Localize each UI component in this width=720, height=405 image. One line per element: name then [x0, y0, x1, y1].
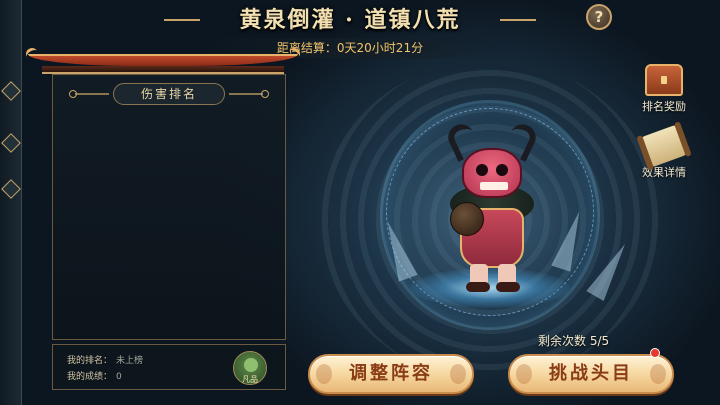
boss-eye: [496, 164, 508, 176]
scroll-icon: [640, 124, 688, 168]
damage-ranking-panel[interactable]: 伤害排名: [52, 74, 286, 340]
avatar[interactable]: 凡品: [233, 351, 267, 385]
my-rank-label: 我的排名：: [67, 356, 113, 366]
help-button[interactable]: ?: [586, 4, 612, 30]
button-cap-left: [316, 364, 332, 384]
boss-foot: [466, 282, 490, 292]
button-cap-left: [516, 364, 532, 384]
roof-beam: [42, 66, 284, 74]
edge-tab[interactable]: [1, 133, 21, 153]
boss-orb: [450, 202, 484, 236]
button-cap-right: [650, 364, 666, 384]
effect-details-button[interactable]: 效果详情: [634, 124, 694, 188]
my-score-value: 0: [116, 372, 122, 382]
ranking-rewards-button[interactable]: 排名奖励: [634, 64, 694, 122]
my-rank-value: 未上榜: [116, 356, 144, 366]
header-ornament-left: [69, 90, 109, 98]
effect-details-label: 效果详情: [642, 166, 686, 179]
remaining-attempts: 剩余次数 5/5: [538, 334, 610, 348]
header-ornament-right: [229, 90, 269, 98]
boss-character[interactable]: [432, 120, 552, 294]
my-rank-row: 我的排名： 未上榜: [67, 353, 143, 366]
left-edge-strip: [0, 0, 22, 405]
question-mark-icon: ?: [594, 8, 604, 26]
boss-foot: [496, 282, 520, 292]
adjust-lineup-label: 调整阵容: [349, 363, 433, 384]
avatar-face: [244, 358, 258, 372]
boss-mask: [462, 148, 522, 198]
pavilion-roof: [23, 45, 303, 76]
my-score-row: 我的成绩： 0: [67, 369, 122, 382]
page-title: 黄泉倒灌 · 道镇八荒: [239, 7, 461, 33]
challenge-boss-label: 挑战头目: [549, 363, 633, 384]
my-ranking-panel: 我的排名： 未上榜 我的成绩： 0 凡品: [52, 344, 286, 390]
roof-tiles: [28, 54, 298, 66]
my-score-label: 我的成绩：: [67, 372, 113, 382]
game-screen: 黄泉倒灌 · 道镇八荒 距离结算：0天20小时21分 ? 伤害排名 我的排名：未…: [0, 0, 720, 405]
title-bar: 黄泉倒灌 · 道镇八荒: [160, 4, 540, 36]
avatar-grade-tag: 凡品: [242, 375, 258, 384]
title-ornament-left: [164, 19, 200, 21]
notification-dot: [650, 348, 660, 358]
boss-teeth: [480, 182, 508, 190]
button-cap-right: [450, 364, 466, 384]
treasure-chest-icon: [645, 64, 683, 96]
edge-tab[interactable]: [1, 81, 21, 101]
boss-eye: [476, 164, 488, 176]
ranking-rewards-label: 排名奖励: [642, 100, 686, 113]
adjust-lineup-button[interactable]: 调整阵容: [308, 354, 474, 394]
ranking-header: 伤害排名: [113, 83, 225, 105]
challenge-boss-button[interactable]: 挑战头目: [508, 354, 674, 394]
edge-tab[interactable]: [1, 179, 21, 199]
title-ornament-right: [500, 19, 536, 21]
